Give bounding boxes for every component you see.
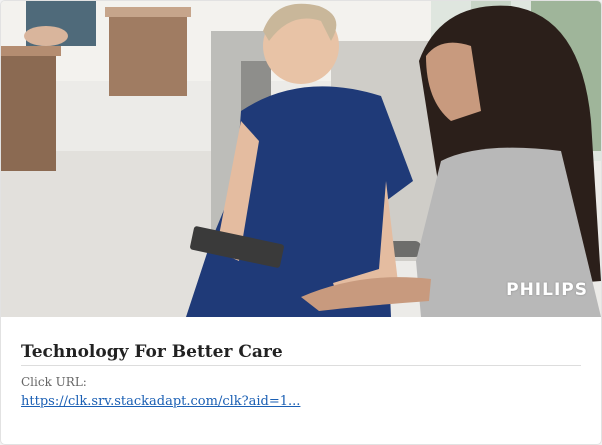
ad-title[interactable]: Technology For Better Care bbox=[21, 341, 581, 366]
ad-card: PHILIPS Technology For Better Care Click… bbox=[0, 0, 602, 445]
click-url-link[interactable]: https://clk.srv.stackadapt.com/clk?aid=1… bbox=[21, 394, 300, 410]
ad-hero-image[interactable]: PHILIPS bbox=[1, 1, 601, 317]
ad-body: Technology For Better Care Click URL: ht… bbox=[21, 317, 581, 410]
click-url-label: Click URL: bbox=[21, 375, 87, 389]
philips-logo: PHILIPS bbox=[506, 280, 588, 300]
waiting-room-photo bbox=[1, 1, 601, 317]
